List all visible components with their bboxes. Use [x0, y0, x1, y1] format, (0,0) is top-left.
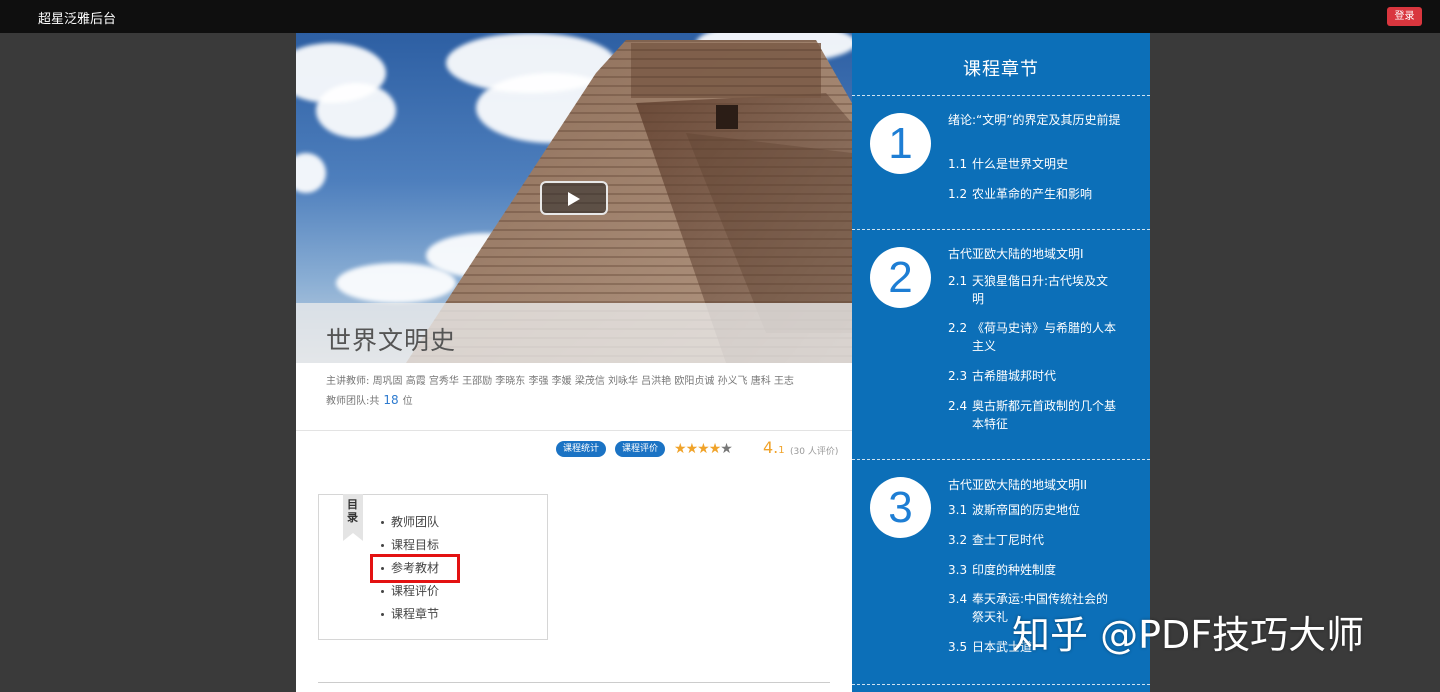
course-review-button[interactable]: 课程评价 [615, 441, 666, 457]
toc-item-chapters[interactable]: 课程章节 [381, 605, 439, 628]
toc-item-teachers[interactable]: 教师团队 [381, 513, 439, 536]
star-rating: ★★★★★ [674, 441, 733, 457]
teachers-names: 周巩固 高霞 宫秀华 王邵励 李晓东 李强 李媛 梁茂信 刘咏华 吕洪艳 欧阳贞… [372, 376, 794, 387]
divider [296, 430, 852, 431]
play-icon [568, 192, 580, 206]
section-item[interactable]: 1.2 农业革命的产生和影响 [948, 185, 1118, 203]
chapter-title[interactable]: 绪论:“文明”的界定及其历史前提 [948, 111, 1138, 129]
toc-item-reviews[interactable]: 课程评价 [381, 582, 439, 605]
team-line: 教师团队:共 18 位 [326, 391, 806, 411]
rating-score: 4.1 [763, 438, 785, 457]
divider [852, 684, 1150, 685]
teachers-line: 主讲教师: 周巩固 高霞 宫秀华 王邵励 李晓东 李强 李媛 梁茂信 刘咏华 吕… [326, 373, 806, 391]
section-item[interactable]: 2.4 奥古斯都元首政制的几个基本特征 [948, 397, 1118, 433]
section-item[interactable]: 2.2 《荷马史诗》与希腊的人本主义 [948, 319, 1118, 355]
play-button[interactable] [540, 181, 608, 215]
star-empty-icon: ★ [720, 441, 733, 457]
team-label: 教师团队:共 [326, 396, 380, 407]
brand-title: 超星泛雅后台 [38, 12, 117, 27]
chapter-number: 3 [870, 477, 931, 538]
login-button[interactable]: 登录 [1387, 7, 1422, 26]
toc-flag: 目录 [343, 494, 363, 541]
star-icon: ★ [708, 441, 722, 457]
star-icon: ★ [697, 441, 710, 457]
watermark: 知乎 @PDF技巧大师 [1012, 613, 1365, 657]
team-count: 18 [383, 393, 399, 407]
section-item[interactable]: 1.1 什么是世界文明史 [948, 155, 1118, 173]
star-icon: ★ [685, 441, 699, 457]
review-count: (30 人评价) [790, 447, 839, 457]
top-bar: 超星泛雅后台 登录 [0, 0, 1440, 33]
chapter-number: 2 [870, 247, 931, 308]
star-icon: ★ [674, 441, 687, 457]
course-title: 世界文明史 [326, 326, 457, 355]
chapter-title[interactable]: 古代亚欧大陆的地域文明II [948, 476, 1138, 494]
course-stats-button[interactable]: 课程统计 [556, 441, 607, 457]
table-of-contents: 目录 教师团队 课程目标 参考教材 课程评价 课程章节 [318, 494, 548, 640]
chapters-panel: 课程章节 1 绪论:“文明”的界定及其历史前提 1.1 什么是世界文明史 1.2 农… [852, 33, 1150, 692]
section-item[interactable]: 3.2 查士丁尼时代 [948, 531, 1118, 549]
divider [318, 682, 830, 683]
teachers-label: 主讲教师: [326, 376, 370, 387]
course-meta: 主讲教师: 周巩固 高霞 宫秀华 王邵励 李晓东 李强 李媛 梁茂信 刘咏华 吕… [326, 373, 806, 411]
team-unit: 位 [402, 396, 413, 407]
section-item[interactable]: 2.3 古希腊城邦时代 [948, 367, 1118, 385]
divider [852, 95, 1150, 96]
section-item[interactable]: 2.1 天狼星偕日升:古代埃及文明 [948, 272, 1118, 308]
course-main-panel: 世界文明史 主讲教师: 周巩固 高霞 宫秀华 王邵励 李晓东 李强 李媛 梁茂信… [296, 33, 852, 692]
course-cover-video[interactable]: 世界文明史 [296, 33, 852, 363]
chapter-title[interactable]: 古代亚欧大陆的地域文明I [948, 245, 1138, 263]
divider [852, 459, 1150, 460]
chapter-number: 1 [870, 113, 931, 174]
divider [852, 229, 1150, 230]
section-item[interactable]: 3.1 波斯帝国的历史地位 [948, 501, 1118, 519]
section-item[interactable]: 3.3 印度的种姓制度 [948, 561, 1118, 579]
chapters-heading: 课程章节 [963, 59, 1039, 80]
highlight-box [370, 554, 460, 583]
